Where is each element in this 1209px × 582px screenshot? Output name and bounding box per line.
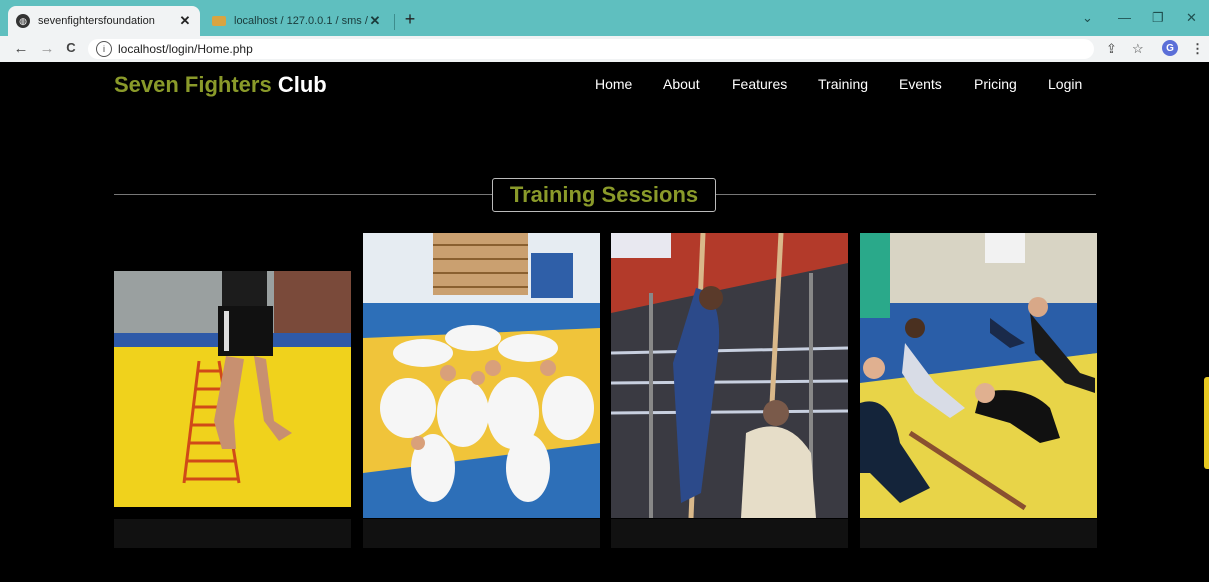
address-bar: ← → C i localhost/login/Home.php ⇪ ☆ G ⋮ <box>0 36 1209 62</box>
card-caption <box>860 519 1097 548</box>
nav-pricing[interactable]: Pricing <box>974 76 1017 92</box>
card-caption <box>114 519 351 548</box>
training-card[interactable] <box>363 233 600 548</box>
nav-login[interactable]: Login <box>1048 76 1082 92</box>
url-field[interactable]: i localhost/login/Home.php <box>88 39 1094 59</box>
forward-icon[interactable]: → <box>38 40 56 57</box>
star-icon[interactable]: ☆ <box>1132 41 1144 57</box>
training-image-ladder <box>114 271 351 507</box>
nav-features[interactable]: Features <box>732 76 787 92</box>
tab-separator <box>394 14 395 30</box>
training-image-rope-climb <box>611 233 848 518</box>
card-caption <box>611 519 848 548</box>
url-text: localhost/login/Home.php <box>118 42 253 56</box>
browser-tab-bar: ◍ sevenfightersfoundation ✕ localhost / … <box>0 0 1209 36</box>
tab-title: sevenfightersfoundation <box>38 15 155 27</box>
training-card[interactable] <box>114 271 351 548</box>
share-icon[interactable]: ⇪ <box>1106 41 1117 57</box>
tab-title: localhost / 127.0.0.1 / sms / login <box>234 15 368 27</box>
page-content: Seven Fighters Club Home About Features … <box>0 62 1209 582</box>
training-image-partner-pull <box>860 233 1097 518</box>
close-icon[interactable]: ✕ <box>178 13 192 29</box>
brand-part1: Seven Fighters <box>114 72 272 97</box>
window-close-icon[interactable]: ✕ <box>1186 10 1197 26</box>
card-caption <box>363 519 600 548</box>
reload-icon[interactable]: C <box>62 40 80 55</box>
minimize-icon[interactable]: — <box>1118 10 1131 25</box>
side-feedback-tab[interactable] <box>1204 377 1209 469</box>
training-card[interactable] <box>860 233 1097 548</box>
back-icon[interactable]: ← <box>12 40 30 57</box>
nav-home[interactable]: Home <box>595 76 632 92</box>
nav-events[interactable]: Events <box>899 76 942 92</box>
info-icon[interactable]: i <box>96 41 112 57</box>
restore-icon[interactable]: ❐ <box>1152 10 1164 26</box>
new-tab-button[interactable]: + <box>400 9 420 30</box>
nav-about[interactable]: About <box>663 76 700 92</box>
avatar[interactable]: G <box>1162 40 1178 56</box>
section-title: Training Sessions <box>492 178 716 212</box>
section-divider-left <box>114 194 492 195</box>
tab-sevenfighters[interactable]: ◍ sevenfightersfoundation ✕ <box>8 6 200 36</box>
nav-training[interactable]: Training <box>818 76 868 92</box>
brand-part2: Club <box>277 72 327 97</box>
menu-icon[interactable]: ⋮ <box>1191 41 1204 57</box>
phpmyadmin-icon <box>212 16 226 26</box>
globe-icon: ◍ <box>16 14 30 28</box>
close-icon[interactable]: ✕ <box>368 13 382 29</box>
tab-phpmyadmin[interactable]: localhost / 127.0.0.1 / sms / login ✕ <box>204 6 390 36</box>
training-card[interactable] <box>611 233 848 548</box>
tab-search-icon[interactable]: ⌄ <box>1082 10 1093 26</box>
training-image-judo-kids <box>363 233 600 518</box>
section-divider-right <box>716 194 1096 195</box>
site-logo[interactable]: Seven Fighters Club <box>114 72 327 98</box>
